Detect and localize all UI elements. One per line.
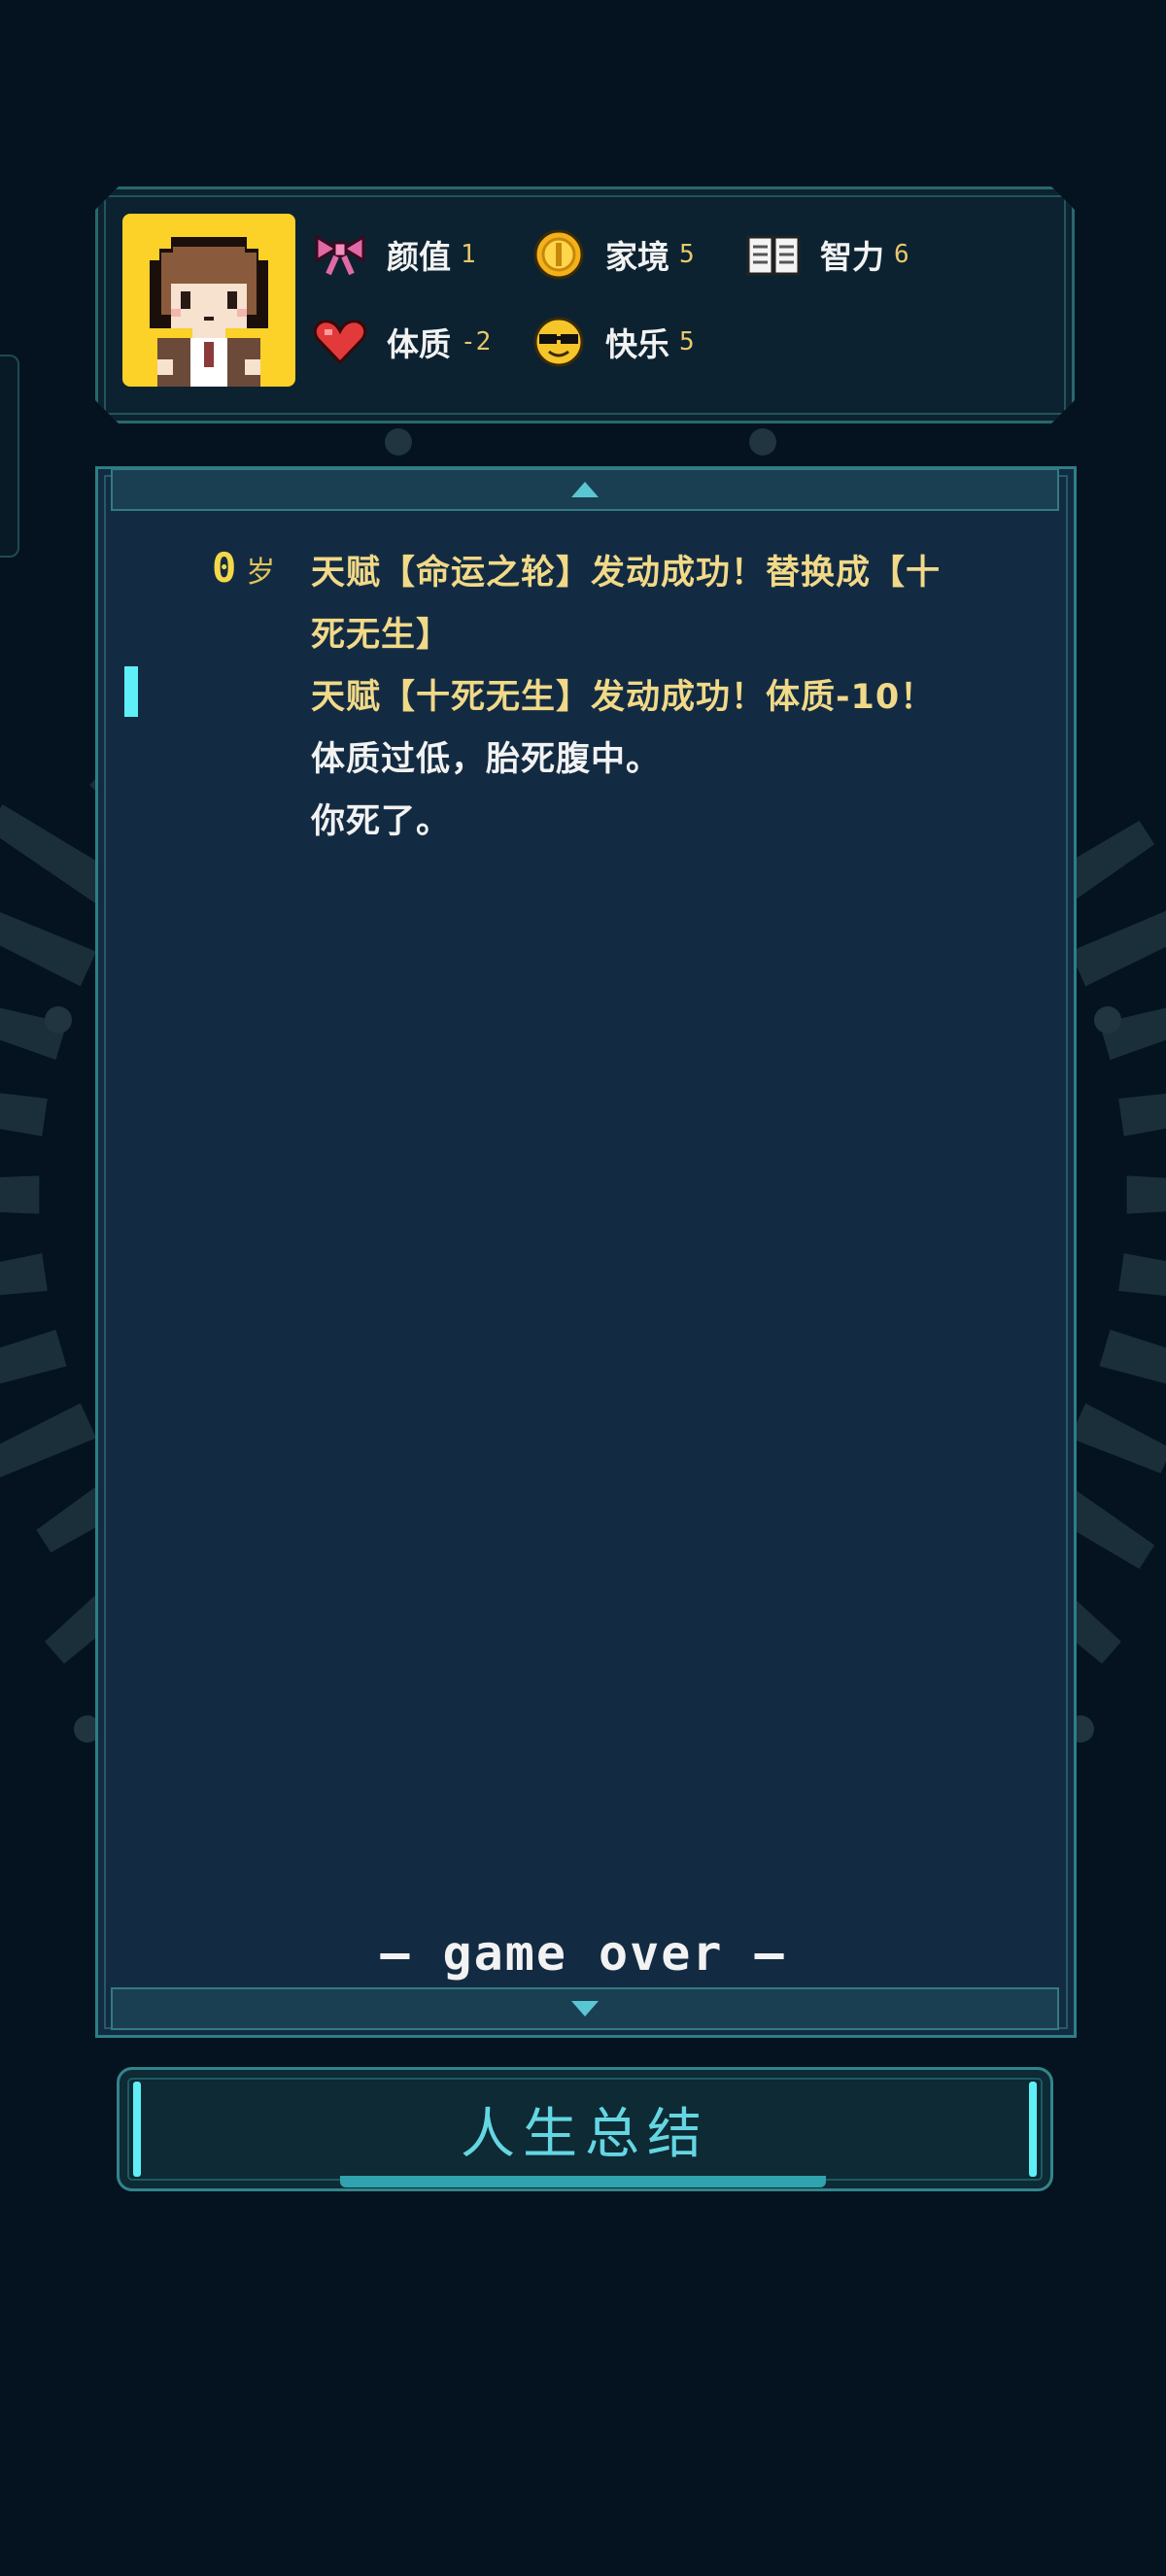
background-dot xyxy=(385,428,412,456)
heart-icon xyxy=(311,313,369,371)
background-ray xyxy=(0,912,97,987)
log-line: 死无生】 xyxy=(311,616,452,655)
stat-label: 颜值 xyxy=(387,238,451,276)
arrow-up-icon xyxy=(571,482,599,497)
stat-value: 5 xyxy=(679,240,695,269)
stat-label: 家境 xyxy=(605,238,669,276)
background-ray xyxy=(1069,910,1166,987)
background-ray xyxy=(1126,1175,1166,1214)
background-ray xyxy=(0,1093,48,1136)
background-ray xyxy=(1118,1093,1166,1136)
stat-constitution: 体质 -2 xyxy=(311,313,491,371)
age-unit: 岁 xyxy=(246,556,276,590)
side-drawer-handle[interactable] xyxy=(0,355,19,558)
scroll-up-button[interactable] xyxy=(111,468,1059,511)
background-dot xyxy=(749,428,776,456)
coin-icon xyxy=(530,225,588,284)
stat-label: 体质 xyxy=(387,325,451,363)
stat-value: 1 xyxy=(461,240,476,269)
sunglasses-face-icon xyxy=(530,313,588,371)
button-cap-right xyxy=(1029,2082,1037,2177)
stat-happiness: 快乐 5 xyxy=(530,313,695,371)
log-entries: 天赋【命运之轮】发动成功！替换成【十 死无生】 天赋【十死无生】发动成功！体质-… xyxy=(311,542,1020,853)
stat-value: 5 xyxy=(679,327,695,356)
button-cap-left xyxy=(133,2082,141,2177)
stat-value: 6 xyxy=(894,240,909,269)
button-underline xyxy=(340,2176,826,2187)
life-summary-button[interactable]: 人生总结 xyxy=(117,2067,1053,2191)
log-line: 体质过低，胎死腹中。 xyxy=(311,740,662,779)
background-ray xyxy=(0,1329,67,1384)
log-line: 天赋【命运之轮】发动成功！替换成【十 xyxy=(311,554,942,593)
stat-label: 智力 xyxy=(820,238,884,276)
scroll-down-button[interactable] xyxy=(111,1987,1059,2030)
arrow-down-icon xyxy=(571,2001,599,2017)
stat-appearance: 颜值 1 xyxy=(311,225,476,284)
background-dot xyxy=(45,1006,72,1034)
background-ray xyxy=(1069,1403,1166,1474)
age-number: 0 xyxy=(212,544,237,592)
background-dot xyxy=(1094,1006,1121,1034)
stat-value: -2 xyxy=(461,327,492,356)
log-line: 天赋【十死无生】发动成功！体质-10！ xyxy=(311,678,936,717)
log-line: 你死了。 xyxy=(311,802,452,841)
stat-label: 快乐 xyxy=(605,325,669,363)
background-ray xyxy=(1118,1253,1166,1297)
life-summary-label: 人生总结 xyxy=(461,2102,709,2166)
game-over-label: — game over — xyxy=(380,1925,786,1982)
bow-icon xyxy=(311,225,369,284)
character-avatar xyxy=(122,214,295,387)
current-line-indicator xyxy=(124,666,138,717)
background-ray xyxy=(1099,1329,1166,1384)
age-label: 0 岁 xyxy=(212,544,275,592)
background-ray xyxy=(0,1253,48,1296)
stat-intelligence: 智力 6 xyxy=(744,225,909,284)
background-ray xyxy=(0,1175,40,1214)
stat-family: 家境 5 xyxy=(530,225,695,284)
book-icon xyxy=(744,225,803,284)
background-ray xyxy=(0,1403,97,1477)
